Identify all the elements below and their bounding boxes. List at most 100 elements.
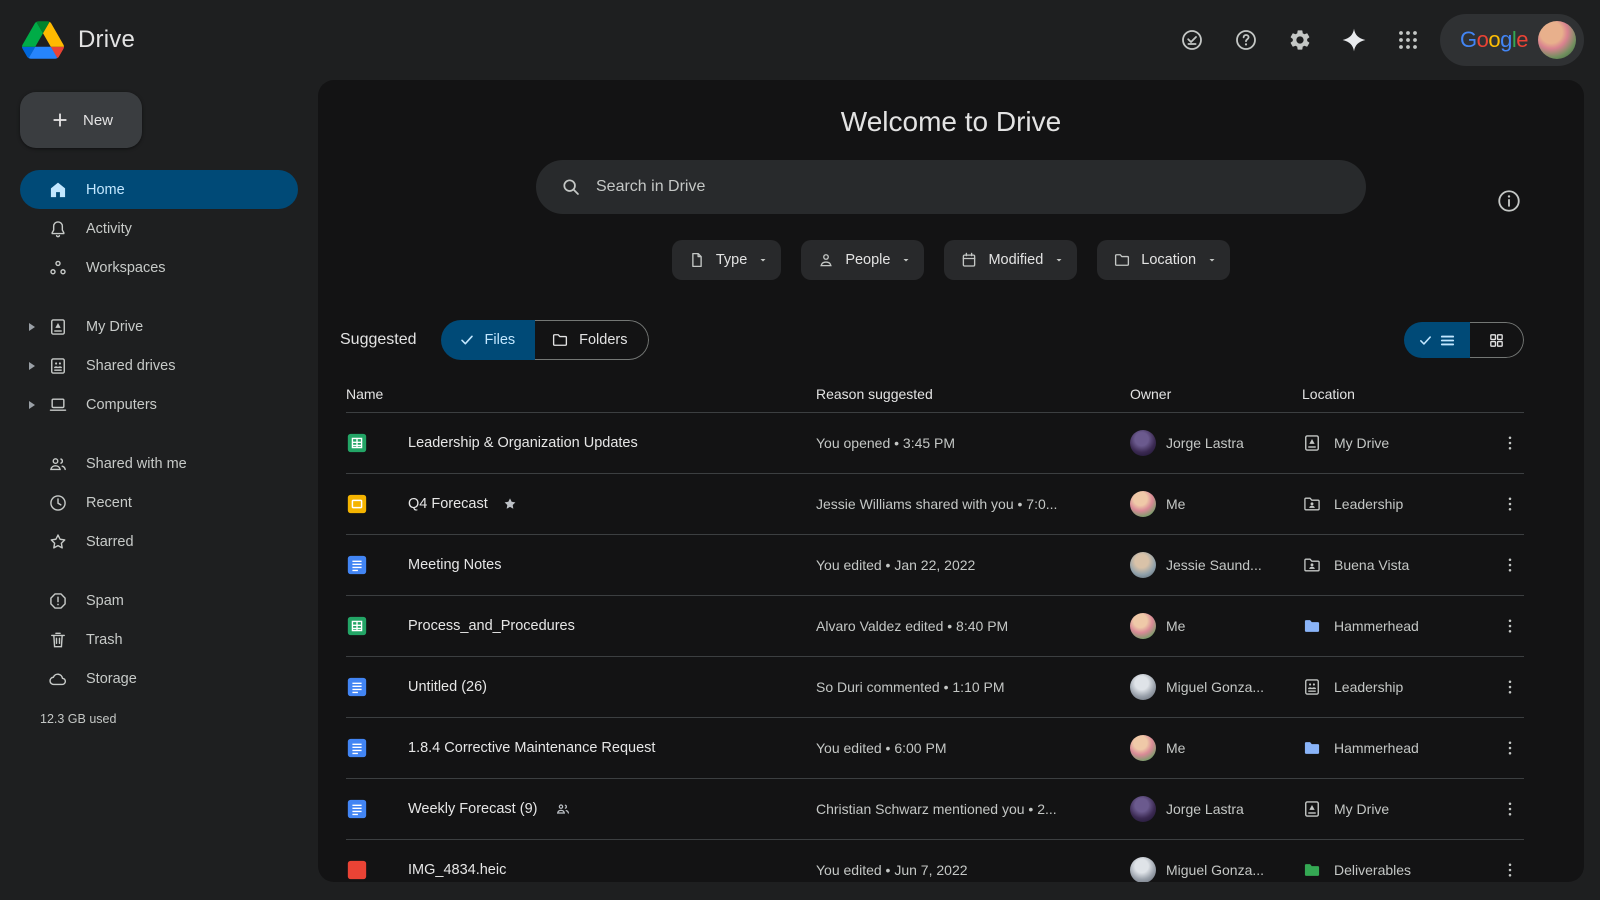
calendar-icon xyxy=(960,251,978,269)
help-icon[interactable] xyxy=(1224,18,1268,62)
column-header-reason[interactable]: Reason suggested xyxy=(816,386,1130,402)
person-icon xyxy=(817,251,835,269)
column-header-name[interactable]: Name xyxy=(346,386,816,402)
sidebar: New Home Activity Workspaces xyxy=(0,80,318,900)
files-folders-toggle: Files Folders xyxy=(441,320,649,360)
more-options-icon[interactable] xyxy=(1496,678,1524,696)
sidebar-item-storage[interactable]: Storage xyxy=(20,659,298,698)
file-name: IMG_4834.heic xyxy=(408,862,816,878)
filter-location-chip[interactable]: Location xyxy=(1097,240,1230,280)
gemini-spark-icon[interactable] xyxy=(1332,18,1376,62)
more-options-icon[interactable] xyxy=(1496,861,1524,879)
google-account-pill[interactable]: Google xyxy=(1440,14,1584,66)
owner-name: Me xyxy=(1166,740,1185,756)
google-wordmark: Google xyxy=(1460,27,1528,53)
file-location[interactable]: Hammerhead xyxy=(1302,738,1496,758)
owner-name: Me xyxy=(1166,496,1185,512)
search-bar[interactable] xyxy=(536,160,1366,214)
app-title: Drive xyxy=(78,26,135,54)
my-drive-icon xyxy=(1302,799,1322,819)
expand-caret-icon[interactable] xyxy=(28,400,36,410)
table-row[interactable]: Q4 Forecast Jessie Williams shared with … xyxy=(346,473,1524,534)
file-location[interactable]: Buena Vista xyxy=(1302,555,1496,575)
files-toggle-button[interactable]: Files xyxy=(441,320,536,360)
sidebar-item-computers[interactable]: Computers xyxy=(20,385,298,424)
filter-people-chip[interactable]: People xyxy=(801,240,924,280)
sidebar-item-recent[interactable]: Recent xyxy=(20,483,298,522)
shared-drive-icon xyxy=(1302,677,1322,697)
folders-toggle-button[interactable]: Folders xyxy=(535,320,648,360)
table-row[interactable]: 1.8.4 Corrective Maintenance Request You… xyxy=(346,717,1524,778)
file-location[interactable]: Hammerhead xyxy=(1302,616,1496,636)
column-header-location[interactable]: Location xyxy=(1302,386,1496,402)
owner-avatar xyxy=(1130,735,1156,761)
more-options-icon[interactable] xyxy=(1496,617,1524,635)
sidebar-item-shared-drives[interactable]: Shared drives xyxy=(20,346,298,385)
shared-folder-icon xyxy=(1302,555,1322,575)
sidebar-item-my-drive[interactable]: My Drive xyxy=(20,307,298,346)
drive-brand[interactable]: Drive xyxy=(0,21,135,59)
more-options-icon[interactable] xyxy=(1496,800,1524,818)
suggested-files-table: Name Reason suggested Owner Location Lea… xyxy=(346,376,1524,882)
info-icon[interactable] xyxy=(1496,188,1524,216)
main-panel: Welcome to Drive Type xyxy=(318,80,1584,882)
file-name: 1.8.4 Corrective Maintenance Request xyxy=(408,740,816,756)
owner-avatar xyxy=(1130,552,1156,578)
sidebar-item-starred[interactable]: Starred xyxy=(20,522,298,561)
file-name: Untitled (26) xyxy=(408,679,816,695)
table-row[interactable]: Process_and_Procedures Alvaro Valdez edi… xyxy=(346,595,1524,656)
shared-folder-icon xyxy=(1302,494,1322,514)
grid-view-button[interactable] xyxy=(1470,322,1524,358)
table-header-row: Name Reason suggested Owner Location xyxy=(346,376,1524,412)
filter-modified-chip[interactable]: Modified xyxy=(944,240,1077,280)
owner-avatar xyxy=(1130,491,1156,517)
apps-grid-icon[interactable] xyxy=(1386,18,1430,62)
docs-file-icon xyxy=(346,676,408,698)
sidebar-item-workspaces[interactable]: Workspaces xyxy=(20,248,298,287)
table-row[interactable]: Weekly Forecast (9) Christian Schwarz me… xyxy=(346,778,1524,839)
chevron-down-icon xyxy=(757,254,769,266)
file-location[interactable]: Leadership xyxy=(1302,494,1496,514)
expand-caret-icon[interactable] xyxy=(28,322,36,332)
storage-used-label: 12.3 GB used xyxy=(40,712,318,726)
sidebar-item-spam[interactable]: Spam xyxy=(20,581,298,620)
table-row[interactable]: IMG_4834.heic You edited • Jun 7, 2022 M… xyxy=(346,839,1524,882)
reason-suggested: You opened • 3:45 PM xyxy=(816,435,1130,451)
more-options-icon[interactable] xyxy=(1496,556,1524,574)
table-row[interactable]: Leadership & Organization Updates You op… xyxy=(346,412,1524,473)
search-input[interactable] xyxy=(596,178,1356,196)
file-location[interactable]: Deliverables xyxy=(1302,860,1496,880)
my-drive-icon xyxy=(1302,433,1322,453)
more-options-icon[interactable] xyxy=(1496,739,1524,757)
shared-people-icon xyxy=(555,801,571,817)
search-icon xyxy=(560,176,582,198)
file-name: Meeting Notes xyxy=(408,557,816,573)
more-options-icon[interactable] xyxy=(1496,495,1524,513)
file-name: Weekly Forecast (9) xyxy=(408,801,537,817)
sidebar-item-activity[interactable]: Activity xyxy=(20,209,298,248)
account-avatar[interactable] xyxy=(1538,21,1576,59)
sidebar-item-shared-with-me[interactable]: Shared with me xyxy=(20,444,298,483)
sidebar-item-trash[interactable]: Trash xyxy=(20,620,298,659)
folder-icon xyxy=(1113,251,1131,269)
expand-caret-icon[interactable] xyxy=(28,361,36,371)
file-icon xyxy=(688,251,706,269)
settings-gear-icon[interactable] xyxy=(1278,18,1322,62)
table-row[interactable]: Untitled (26) So Duri commented • 1:10 P… xyxy=(346,656,1524,717)
table-row[interactable]: Meeting Notes You edited • Jan 22, 2022 … xyxy=(346,534,1524,595)
column-header-owner[interactable]: Owner xyxy=(1130,386,1302,402)
suggested-label: Suggested xyxy=(340,331,417,349)
chevron-down-icon xyxy=(1053,254,1065,266)
offline-status-icon[interactable] xyxy=(1170,18,1214,62)
cloud-icon xyxy=(48,669,68,689)
sidebar-item-home[interactable]: Home xyxy=(20,170,298,209)
new-button-label: New xyxy=(83,112,113,129)
chevron-down-icon xyxy=(1206,254,1218,266)
file-location[interactable]: My Drive xyxy=(1302,433,1496,453)
more-options-icon[interactable] xyxy=(1496,434,1524,452)
new-button[interactable]: New xyxy=(20,92,142,148)
filter-type-chip[interactable]: Type xyxy=(672,240,781,280)
list-view-button[interactable] xyxy=(1404,322,1470,358)
file-location[interactable]: Leadership xyxy=(1302,677,1496,697)
file-location[interactable]: My Drive xyxy=(1302,799,1496,819)
